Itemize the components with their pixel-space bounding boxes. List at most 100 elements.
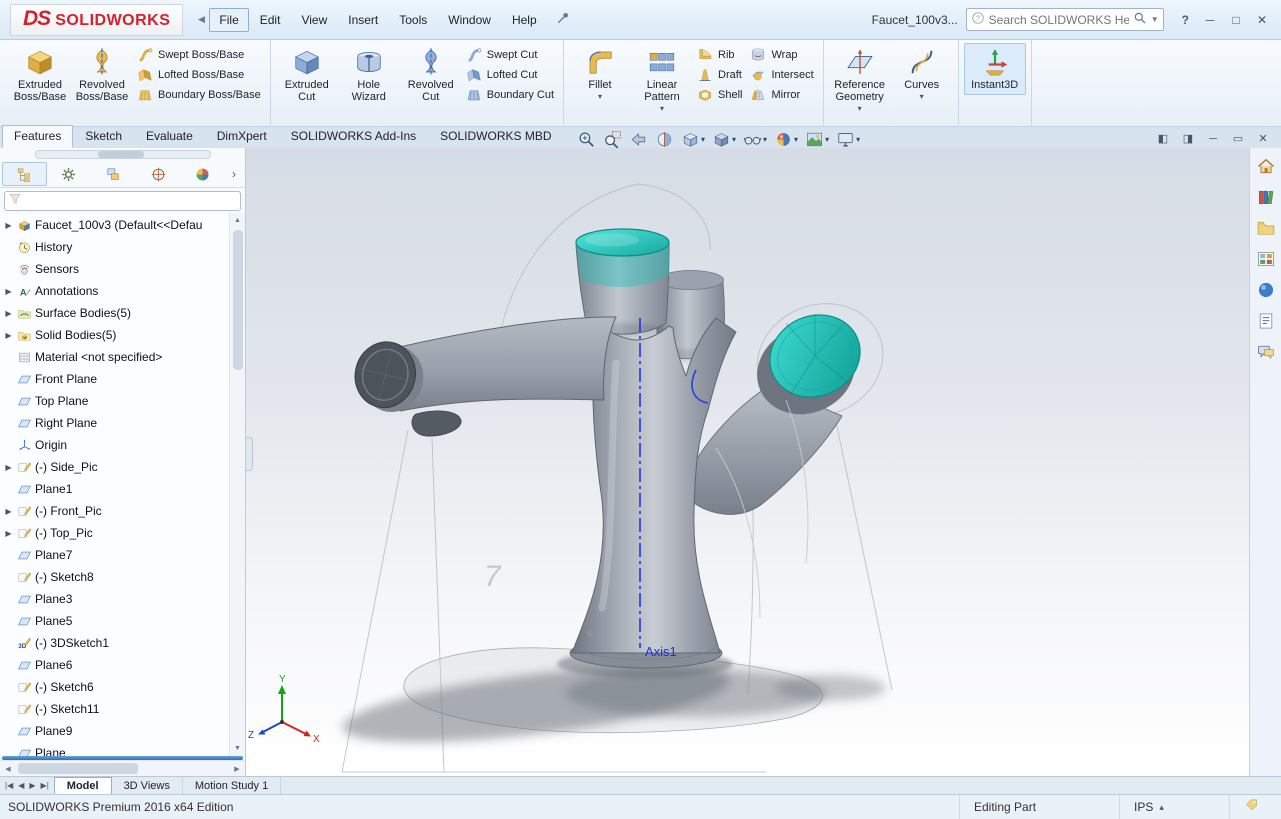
pin-toolbar-button[interactable] [555, 10, 571, 29]
view-settings-button[interactable]: ▾ [834, 129, 862, 150]
panel-splitter-grip[interactable] [246, 437, 253, 471]
pane-left-button[interactable]: ◧ [1155, 132, 1171, 145]
search-icon[interactable] [1133, 11, 1147, 28]
home-button[interactable] [1253, 154, 1279, 178]
dropdown-icon[interactable]: ▾ [920, 93, 924, 101]
draft-button[interactable]: Draft [697, 67, 742, 83]
tree-scrollbar-thumb[interactable] [232, 230, 243, 370]
tree-item-faucet-100v3-default-defau[interactable]: ▶ Faucet_100v3 (Default<<Defau [0, 214, 229, 236]
expand-arrow-icon[interactable]: ▶ [3, 507, 14, 516]
doc-nav-1[interactable]: ◀ [16, 781, 26, 790]
panel-top-scrollbar[interactable] [0, 148, 245, 161]
minimize-window-button[interactable]: ─ [1197, 9, 1223, 31]
tree-item-top-pic[interactable]: ▶ (-) Top_Pic [0, 522, 229, 544]
file-explorer-button[interactable] [1253, 216, 1279, 240]
dropdown-icon[interactable]: ▾ [763, 135, 767, 144]
zoom-fit-button[interactable] [575, 129, 598, 150]
expand-arrow-icon[interactable]: ▶ [3, 287, 14, 296]
pane-right-button[interactable]: ◨ [1180, 132, 1196, 145]
tree-item-plane6[interactable]: Plane6 [0, 654, 229, 676]
tree-item-material-not-specified[interactable]: Material <not specified> [0, 346, 229, 368]
scroll-left-icon[interactable]: ◀ [0, 765, 16, 773]
tree-item-origin[interactable]: Origin [0, 434, 229, 456]
scroll-right-icon[interactable]: ▶ [229, 765, 245, 773]
doc-nav-2[interactable]: ▶ [27, 781, 37, 790]
tree-item-sketch8[interactable]: (-) Sketch8 [0, 566, 229, 588]
graphics-viewport[interactable]: Axis1 7 * Y X Z [246, 148, 1249, 776]
tree-vertical-scrollbar[interactable]: ▲ ▼ [229, 213, 245, 756]
hide-show-button[interactable]: ▾ [741, 129, 769, 150]
menu-view[interactable]: View [291, 8, 337, 32]
tree-horizontal-scrollbar[interactable]: ◀ ▶ [0, 760, 245, 776]
close-window-button[interactable]: ✕ [1249, 9, 1275, 31]
doc-nav-3[interactable]: ▶| [39, 781, 51, 790]
restore-document-button[interactable]: ▭ [1230, 132, 1246, 145]
swept-boss-base-button[interactable]: Swept Boss/Base [137, 47, 261, 63]
tree-item-plane[interactable]: Plane [0, 742, 229, 756]
mirror-button[interactable]: Mirror [750, 87, 813, 103]
doctab-model[interactable]: Model [53, 777, 112, 794]
dropdown-icon[interactable]: ▾ [732, 135, 736, 144]
fillet-button[interactable]: Fillet ▾ [569, 43, 631, 104]
close-document-button[interactable]: ✕ [1255, 132, 1271, 145]
faucet-model[interactable] [348, 228, 874, 669]
forum-button[interactable] [1253, 340, 1279, 364]
tree-item-solid-bodies-5[interactable]: ▶ Solid Bodies(5) [0, 324, 229, 346]
revolved-boss-base-button[interactable]: Revolved Boss/Base [71, 43, 133, 107]
extruded-cut-button[interactable]: Extruded Cut [276, 43, 338, 107]
hole-wizard-button[interactable]: Hole Wizard [338, 43, 400, 107]
tab-solidworks-add-ins[interactable]: SOLIDWORKS Add-Ins [279, 125, 428, 148]
tree-item-right-plane[interactable]: Right Plane [0, 412, 229, 434]
section-view-button[interactable] [653, 129, 676, 150]
dropdown-icon[interactable]: ▾ [825, 135, 829, 144]
extruded-boss-base-button[interactable]: Extruded Boss/Base [9, 43, 71, 107]
design-library-button[interactable] [1253, 185, 1279, 209]
custom-properties-button[interactable] [1253, 309, 1279, 333]
dropdown-icon[interactable]: ▾ [794, 135, 798, 144]
rib-button[interactable]: Rib [697, 47, 742, 63]
tree-item-3dsketch1[interactable]: 3D (-) 3DSketch1 [0, 632, 229, 654]
tree-item-front-plane[interactable]: Front Plane [0, 368, 229, 390]
tree-item-sketch11[interactable]: (-) Sketch11 [0, 698, 229, 720]
tab-solidworks-mbd[interactable]: SOLIDWORKS MBD [428, 125, 563, 148]
tree-hscrollbar-thumb[interactable] [18, 763, 138, 774]
expand-arrow-icon[interactable]: ▶ [3, 529, 14, 538]
doctab-motion-study-1[interactable]: Motion Study 1 [183, 777, 282, 794]
scroll-down-icon[interactable]: ▼ [230, 741, 245, 756]
tree-item-surface-bodies-5[interactable]: ▶ Surface Bodies(5) [0, 302, 229, 324]
dropdown-icon[interactable]: ▾ [598, 93, 602, 101]
panel-tab-propertymanager[interactable] [47, 162, 92, 186]
dropdown-icon[interactable]: ▾ [858, 105, 862, 113]
tab-evaluate[interactable]: Evaluate [134, 125, 205, 148]
panel-tab-configurationmanager[interactable] [91, 162, 136, 186]
expand-arrow-icon[interactable]: ▶ [3, 309, 14, 318]
wrap-button[interactable]: Wrap [750, 47, 813, 63]
panel-top-scrollbar-thumb[interactable] [97, 151, 144, 158]
dropdown-icon[interactable]: ▾ [856, 135, 860, 144]
tree-item-history[interactable]: History [0, 236, 229, 258]
help-menu-button[interactable]: ? [1174, 13, 1197, 27]
doctab-3d-views[interactable]: 3D Views [112, 777, 183, 794]
tree-item-plane7[interactable]: Plane7 [0, 544, 229, 566]
reference-geometry-button[interactable]: Reference Geometry ▾ [829, 43, 891, 116]
menu-help[interactable]: Help [502, 8, 547, 32]
expand-arrow-icon[interactable]: ▶ [3, 463, 14, 472]
minimize-document-button[interactable]: ─ [1205, 133, 1221, 145]
tab-dimxpert[interactable]: DimXpert [205, 125, 279, 148]
tree-item-annotations[interactable]: ▶ A Annotations [0, 280, 229, 302]
dropdown-icon[interactable]: ▾ [660, 105, 664, 113]
tree-item-front-pic[interactable]: ▶ (-) Front_Pic [0, 500, 229, 522]
dropdown-icon[interactable]: ▾ [701, 135, 705, 144]
boundary-boss-base-button[interactable]: Boundary Boss/Base [137, 87, 261, 103]
intersect-button[interactable]: Intersect [750, 67, 814, 83]
swept-cut-button[interactable]: Swept Cut [466, 47, 554, 63]
revolved-cut-button[interactable]: Revolved Cut [400, 43, 462, 107]
collapse-menu-icon[interactable]: ◀ [193, 11, 209, 29]
appearances-button[interactable] [1253, 278, 1279, 302]
search-dropdown-icon[interactable]: ▼ [1151, 15, 1159, 24]
viewport-canvas[interactable]: Axis1 7 * Y X Z [246, 148, 1248, 776]
search-input[interactable] [988, 12, 1129, 27]
panel-tab-dimxpertmanager[interactable] [136, 162, 181, 186]
lofted-boss-base-button[interactable]: Lofted Boss/Base [137, 67, 261, 83]
tree-filter-input[interactable] [25, 193, 237, 208]
